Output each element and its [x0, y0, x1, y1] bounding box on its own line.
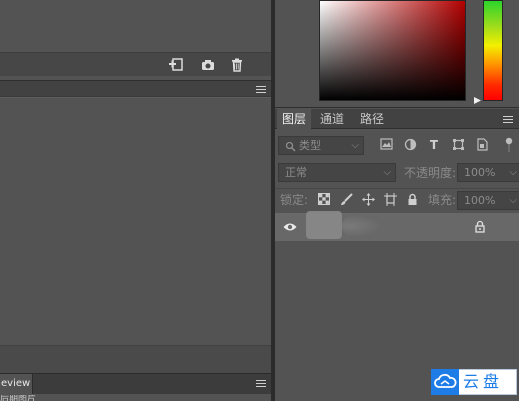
lock-label: 锁定:: [280, 193, 309, 207]
opacity-value: 100%: [464, 166, 496, 179]
opacity-input[interactable]: 100% ⌵: [457, 163, 519, 182]
fill-input[interactable]: 100% ⌵: [457, 191, 519, 210]
layer-lock-icon: [474, 220, 486, 233]
tab-channels[interactable]: 通道: [315, 109, 349, 129]
lock-fill-row: 锁定: 填充: 100% ⌵: [275, 188, 519, 212]
panel-menu-icon[interactable]: [256, 86, 266, 94]
color-saturation-field[interactable]: [319, 0, 466, 101]
trash-icon[interactable]: [229, 57, 245, 73]
shape-layer-filter-icon[interactable]: [451, 138, 465, 152]
chevron-down-icon: ⌵: [351, 140, 359, 151]
layer-filter-row: 类型 ⌵ T: [275, 131, 519, 159]
panel-menu-icon[interactable]: [256, 380, 266, 388]
lock-transparent-pixels-icon[interactable]: [317, 193, 331, 207]
pixel-layer-filter-icon[interactable]: [379, 138, 393, 152]
layers-panel-menu-icon[interactable]: [503, 116, 513, 124]
hue-slider[interactable]: [483, 0, 503, 101]
layer-filter-kind-dropdown[interactable]: 类型 ⌵: [278, 136, 364, 155]
lock-artboard-icon[interactable]: [383, 193, 397, 207]
camera-icon[interactable]: [200, 57, 216, 73]
chevron-down-icon: ⌵: [383, 167, 391, 178]
blend-mode-dropdown[interactable]: 正常 ⌵: [278, 163, 396, 182]
tab-paths[interactable]: 路径: [355, 109, 389, 129]
new-document-from-state-icon[interactable]: [168, 57, 184, 73]
chevron-down-icon: ⌵: [509, 195, 517, 206]
fill-value: 100%: [464, 194, 496, 207]
lock-image-pixels-icon[interactable]: [339, 193, 353, 207]
search-icon: [285, 140, 296, 157]
layer-thumbnail[interactable]: [306, 211, 342, 239]
chevron-down-icon: ⌵: [509, 167, 517, 178]
type-layer-filter-icon[interactable]: T: [427, 138, 441, 152]
opacity-label: 不透明度:: [404, 166, 457, 180]
tab-preview[interactable]: eview: [0, 374, 33, 394]
blend-mode-value: 正常: [285, 166, 307, 179]
left-panel-content: [0, 97, 271, 345]
cloud-icon: [431, 369, 459, 395]
layer-name-blurred: [342, 215, 382, 237]
history-toolbar: [0, 52, 271, 76]
fill-label: 填充:: [428, 193, 457, 207]
cloud-watermark-text: 云盘: [463, 372, 504, 391]
lock-all-icon[interactable]: [405, 193, 419, 207]
layer-filter-kind-value: 类型: [299, 139, 321, 152]
bottom-panel-text: 后期图片: [0, 395, 37, 401]
tab-layers[interactable]: 图层: [277, 109, 312, 129]
smart-object-filter-icon[interactable]: [475, 138, 489, 152]
bottom-panel-tab-bar: [0, 373, 271, 394]
filter-toggle-switch[interactable]: [503, 136, 515, 154]
eye-icon[interactable]: [283, 222, 297, 232]
history-panel-area: [0, 0, 271, 52]
blend-opacity-row: 正常 ⌵ 不透明度: 100% ⌵: [275, 161, 519, 185]
adjustment-layer-filter-icon[interactable]: [403, 138, 417, 152]
layers-panel-tabs: 图层 通道 路径: [275, 109, 519, 129]
left-panel-tab-bar: [0, 80, 271, 97]
lock-position-icon[interactable]: [361, 193, 375, 207]
left-panel-footer: [0, 345, 271, 373]
